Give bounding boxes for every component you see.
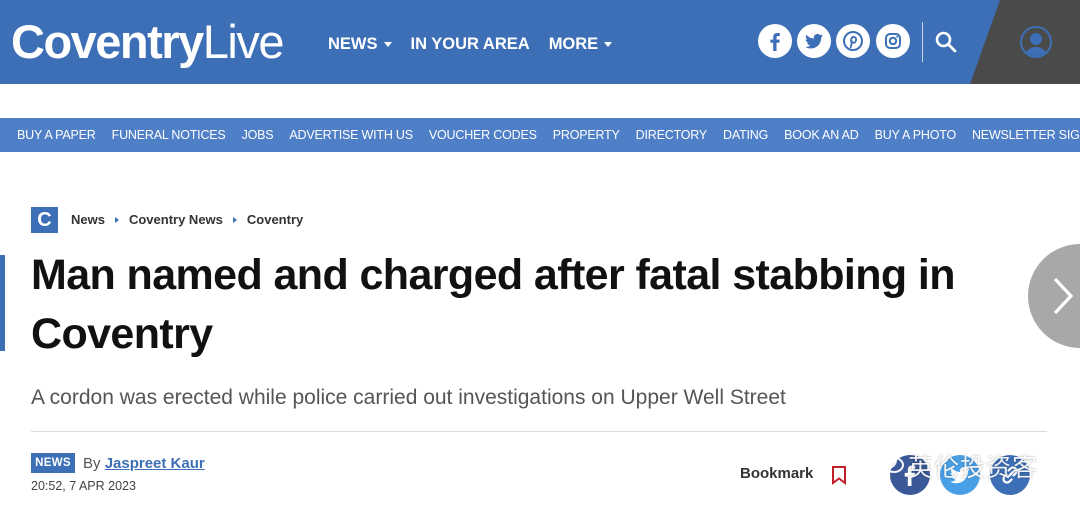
bookmark-button[interactable]: Bookmark (740, 465, 813, 482)
chevron-right-icon (1053, 277, 1074, 315)
secondary-nav: BUY A PAPER FUNERAL NOTICES JOBS ADVERTI… (0, 118, 1080, 152)
next-article-button[interactable] (1028, 244, 1080, 348)
nav-in-your-area-label: IN YOUR AREA (410, 35, 530, 53)
subnav-buy-a-photo[interactable]: BUY A PHOTO (875, 118, 957, 152)
divider (31, 431, 1047, 432)
breadcrumb-separator-icon (232, 216, 237, 223)
pinterest-icon[interactable] (836, 24, 870, 58)
instagram-icon[interactable] (876, 24, 910, 58)
account-button[interactable] (970, 0, 1080, 84)
author-link[interactable]: Jaspreet Kaur (105, 455, 205, 472)
breadcrumb-coventry[interactable]: Coventry (247, 212, 303, 227)
subnav-newsletter-signup[interactable]: NEWSLETTER SIGNUP (972, 118, 1080, 152)
watermark-text: 英伦投资客 (908, 454, 1039, 482)
left-accent-bar (0, 255, 5, 351)
nav-news[interactable]: NEWS (328, 33, 392, 55)
search-icon[interactable] (934, 30, 958, 54)
chevron-down-icon (604, 41, 613, 47)
breadcrumb-coventry-news[interactable]: Coventry News (129, 212, 223, 227)
subnav-property[interactable]: PROPERTY (553, 118, 620, 152)
subnav-directory[interactable]: DIRECTORY (636, 118, 708, 152)
subnav-book-an-ad[interactable]: BOOK AN AD (784, 118, 859, 152)
subnav-voucher-codes[interactable]: VOUCHER CODES (429, 118, 537, 152)
subnav-jobs[interactable]: JOBS (242, 118, 274, 152)
user-icon (1020, 26, 1052, 58)
facebook-icon[interactable] (758, 24, 792, 58)
nav-more[interactable]: MORE (549, 33, 613, 55)
header-divider (922, 22, 923, 62)
subnav-buy-a-paper[interactable]: BUY A PAPER (17, 118, 96, 152)
twitter-icon[interactable] (797, 24, 831, 58)
site-logo[interactable]: CoventryLive (11, 15, 285, 68)
nav-in-your-area[interactable]: IN YOUR AREA (411, 33, 530, 55)
main-nav: NEWS IN YOUR AREA MORE (328, 33, 613, 55)
subnav-funeral-notices[interactable]: FUNERAL NOTICES (112, 118, 226, 152)
site-header: CoventryLive NEWS IN YOUR AREA MORE (0, 0, 1080, 84)
breadcrumb-news[interactable]: News (71, 212, 105, 227)
nav-more-label: MORE (548, 35, 599, 53)
article-headline: Man named and charged after fatal stabbi… (31, 251, 956, 358)
nav-news-label: NEWS (328, 35, 378, 53)
section-badge: C (31, 207, 58, 233)
byline: By Jaspreet Kaur (83, 454, 205, 473)
byline-prefix: By (83, 455, 101, 472)
publish-date: 20:52, 7 APR 2023 (31, 479, 136, 493)
subnav-advertise-with-us[interactable]: ADVERTISE WITH US (289, 118, 413, 152)
article-standfirst: A cordon was erected while police carrie… (31, 386, 786, 409)
wechat-watermark-icon (873, 450, 904, 473)
breadcrumb-separator-icon (114, 216, 119, 223)
chevron-down-icon (383, 41, 392, 47)
breadcrumb: News Coventry News Coventry (71, 212, 303, 227)
subnav-dating[interactable]: DATING (723, 118, 768, 152)
bookmark-icon[interactable] (831, 465, 847, 485)
category-tag[interactable]: NEWS (31, 453, 75, 473)
logo-bold-text: Coventry (11, 15, 204, 68)
logo-light-text: Live (202, 15, 285, 68)
